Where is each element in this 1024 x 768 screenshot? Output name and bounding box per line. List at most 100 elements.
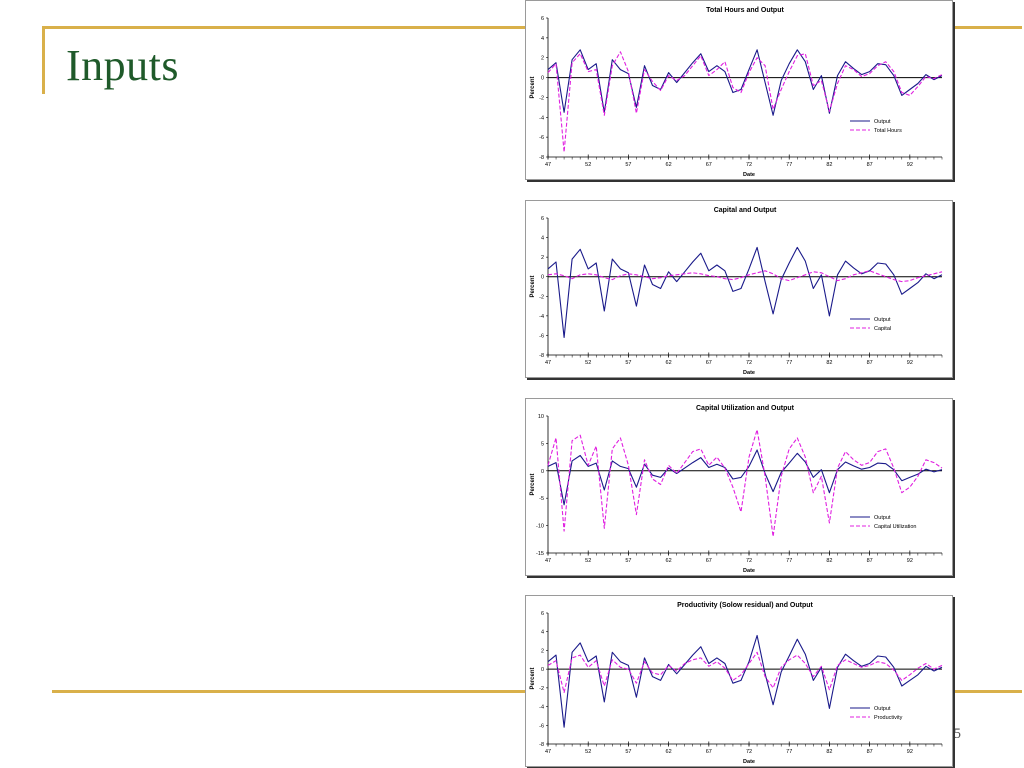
y-tick-label: 0 (541, 76, 544, 82)
x-tick-label: 82 (826, 749, 832, 755)
chart-panel-total-hours: Total Hours and Output Percent Date 6 4 2 0 -2 -… (525, 0, 953, 180)
x-tick-label: 57 (625, 162, 631, 168)
y-tick-label: -2 (539, 686, 544, 692)
y-tick-label: -8 (539, 353, 544, 359)
x-tick-label: 87 (867, 558, 873, 564)
chart-panel-capital: Capital and Output Percent Date 6 4 2 0 -2 -4 -6 -… (525, 200, 953, 378)
y-axis-label: Percent (530, 473, 536, 495)
x-tick-label: 47 (545, 360, 551, 366)
title-accent-bar (42, 26, 45, 94)
y-tick-label: -2 (539, 294, 544, 300)
y-tick-label: -10 (536, 524, 544, 530)
x-tick-label: 92 (907, 162, 913, 168)
x-tick-label: 92 (907, 749, 913, 755)
y-tick-label: 0 (541, 275, 544, 281)
x-tick-label: 57 (625, 360, 631, 366)
x-axis-label: Date (743, 568, 755, 574)
x-tick-label: 52 (585, 749, 591, 755)
x-tick-label: 82 (826, 162, 832, 168)
x-tick-label: 47 (545, 162, 551, 168)
y-tick-label: -4 (539, 115, 544, 121)
series-line-output (547, 246, 943, 338)
chart-productivity: Productivity (Solow residual) and Output… (530, 602, 943, 765)
x-tick-label: 62 (666, 162, 672, 168)
legend-label: Output (874, 119, 891, 125)
y-tick-label: -8 (539, 742, 544, 748)
y-axis-label: Percent (530, 667, 536, 689)
x-tick-label: 52 (585, 558, 591, 564)
x-tick-label: 62 (666, 360, 672, 366)
x-tick-label: 67 (706, 360, 712, 366)
x-tick-label: 72 (746, 749, 752, 755)
legend-label: Productivity (874, 715, 903, 721)
x-tick-label: 72 (746, 162, 752, 168)
y-tick-label: 10 (538, 414, 544, 420)
y-tick-label: 5 (541, 441, 544, 447)
y-tick-label: -5 (539, 496, 544, 502)
legend-label: Output (874, 515, 891, 521)
x-tick-label: 82 (826, 558, 832, 564)
y-tick-label: -6 (539, 135, 544, 141)
y-tick-label: 6 (541, 216, 544, 222)
x-axis-label: Date (743, 172, 755, 178)
y-tick-label: 0 (541, 469, 544, 475)
x-tick-label: 87 (867, 360, 873, 366)
chart-panel-capital-utilization: Capital Utilization and Output Percent Dat… (525, 398, 953, 576)
x-tick-label: 47 (545, 749, 551, 755)
x-tick-label: 57 (625, 558, 631, 564)
series-line-total-hours (547, 51, 943, 153)
y-tick-label: 0 (541, 667, 544, 673)
y-tick-label: -4 (539, 314, 544, 320)
x-axis-label: Date (743, 370, 755, 376)
y-tick-label: 2 (541, 648, 544, 654)
x-tick-label: 77 (786, 749, 792, 755)
y-tick-label: 6 (541, 611, 544, 617)
legend-label: Output (874, 317, 891, 323)
y-axis-label: Percent (530, 275, 536, 297)
series-line-output (547, 634, 943, 728)
x-tick-label: 82 (826, 360, 832, 366)
x-tick-label: 52 (585, 360, 591, 366)
x-tick-label: 47 (545, 558, 551, 564)
chart-title: Capital and Output (714, 207, 777, 214)
chart-capital: Capital and Output Percent Date 6 4 2 0 -2 -4 -6 -… (530, 207, 943, 376)
legend-label: Output (874, 706, 891, 712)
y-tick-label: 4 (541, 36, 544, 42)
y-tick-label: 4 (541, 630, 544, 636)
series-line-output (547, 449, 943, 506)
x-tick-label: 87 (867, 749, 873, 755)
x-tick-label: 92 (907, 558, 913, 564)
y-tick-label: -4 (539, 705, 544, 711)
legend-label: Total Hours (874, 128, 902, 134)
chart-capital-utilization: Capital Utilization and Output Percent Dat… (530, 405, 943, 574)
x-tick-label: 77 (786, 558, 792, 564)
chart-title: Total Hours and Output (706, 7, 784, 14)
chart-panel-productivity: Productivity (Solow residual) and Output… (525, 595, 953, 767)
x-axis-label: Date (743, 759, 755, 765)
x-tick-label: 67 (706, 749, 712, 755)
x-tick-label: 52 (585, 162, 591, 168)
x-tick-label: 77 (786, 360, 792, 366)
y-tick-label: 4 (541, 236, 544, 242)
y-tick-label: 2 (541, 255, 544, 261)
x-tick-label: 72 (746, 360, 752, 366)
x-tick-label: 57 (625, 749, 631, 755)
x-tick-label: 77 (786, 162, 792, 168)
y-axis-label: Percent (530, 76, 536, 98)
y-tick-label: -8 (539, 155, 544, 161)
legend-label: Capital (874, 326, 891, 332)
x-tick-label: 87 (867, 162, 873, 168)
x-tick-label: 62 (666, 749, 672, 755)
y-tick-label: 2 (541, 56, 544, 62)
chart-title: Productivity (Solow residual) and Output (677, 602, 813, 609)
chart-title: Capital Utilization and Output (696, 405, 795, 412)
x-tick-label: 62 (666, 558, 672, 564)
x-tick-label: 92 (907, 360, 913, 366)
y-tick-label: -15 (536, 551, 544, 557)
x-tick-label: 72 (746, 558, 752, 564)
y-tick-label: -2 (539, 95, 544, 101)
y-tick-label: 6 (541, 16, 544, 22)
y-tick-label: -6 (539, 333, 544, 339)
x-tick-label: 67 (706, 162, 712, 168)
legend-label: Capital Utilization (874, 524, 917, 530)
